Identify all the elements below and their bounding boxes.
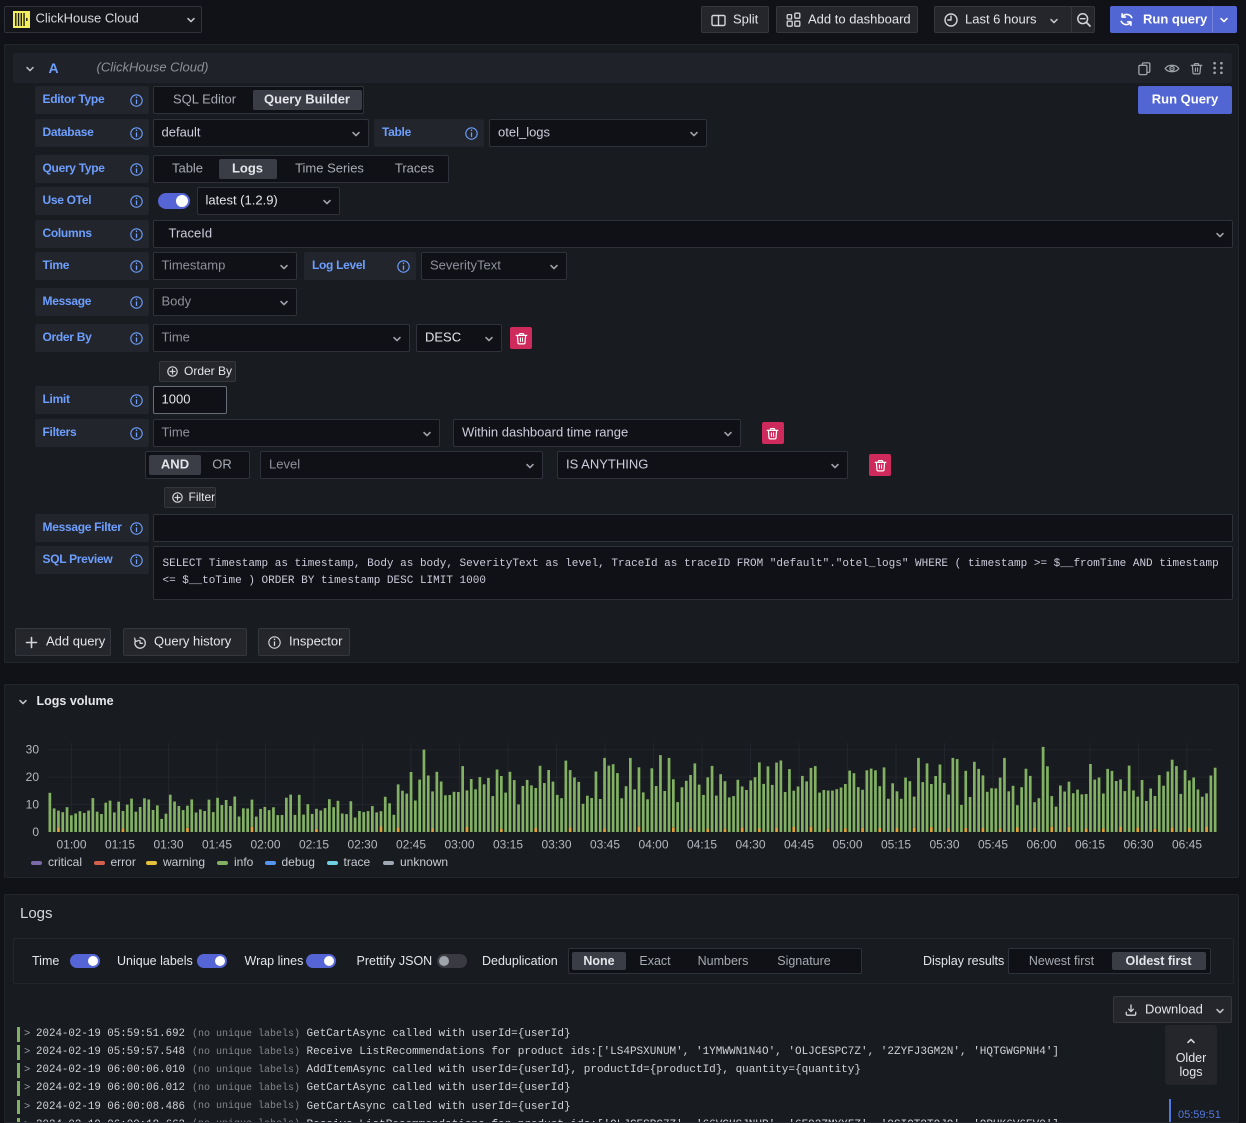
svg-text:03:00: 03:00: [444, 837, 474, 851]
svg-text:06:30: 06:30: [1123, 837, 1153, 851]
svg-text:02:15: 02:15: [298, 837, 328, 851]
svg-text:05:30: 05:30: [929, 837, 959, 851]
svg-text:02:30: 02:30: [347, 837, 377, 851]
svg-text:05:00: 05:00: [832, 837, 862, 851]
svg-text:04:15: 04:15: [686, 837, 716, 851]
svg-text:05:45: 05:45: [977, 837, 1007, 851]
svg-text:03:45: 03:45: [589, 837, 619, 851]
svg-text:05:15: 05:15: [880, 837, 910, 851]
svg-text:01:00: 01:00: [56, 837, 86, 851]
svg-text:06:00: 06:00: [1026, 837, 1056, 851]
svg-text:01:15: 01:15: [104, 837, 134, 851]
svg-text:03:15: 03:15: [492, 837, 522, 851]
svg-text:01:30: 01:30: [153, 837, 183, 851]
svg-text:03:30: 03:30: [541, 837, 571, 851]
svg-text:02:45: 02:45: [395, 837, 425, 851]
svg-text:0: 0: [32, 824, 39, 838]
svg-text:10: 10: [25, 797, 39, 811]
svg-text:06:45: 06:45: [1171, 837, 1201, 851]
svg-text:06:15: 06:15: [1074, 837, 1104, 851]
svg-text:01:45: 01:45: [201, 837, 231, 851]
svg-text:04:30: 04:30: [735, 837, 765, 851]
svg-text:04:45: 04:45: [783, 837, 813, 851]
svg-text:20: 20: [25, 769, 39, 783]
svg-text:02:00: 02:00: [250, 837, 280, 851]
svg-text:30: 30: [25, 742, 39, 756]
svg-text:04:00: 04:00: [638, 837, 668, 851]
